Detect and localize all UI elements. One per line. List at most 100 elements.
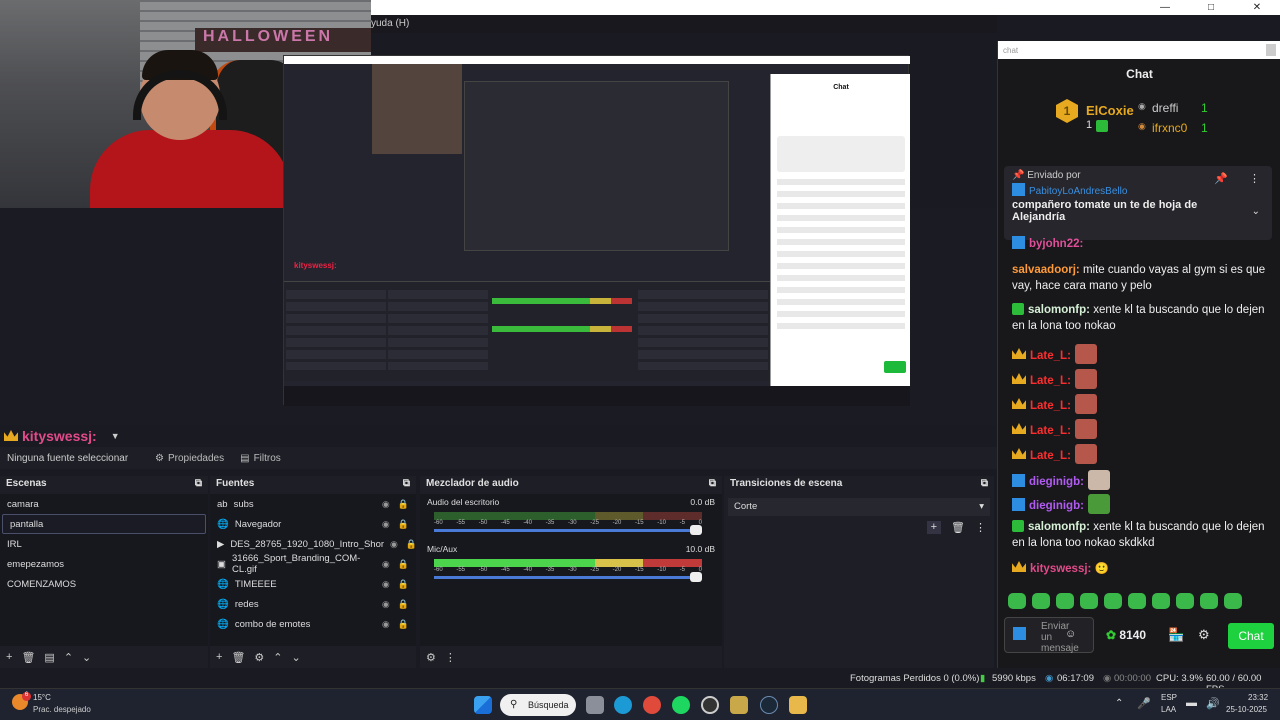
chat-message: salvaadoorj: mite cuando vayas al gym si… <box>1012 262 1270 294</box>
maximize-icon[interactable]: □ <box>1188 0 1234 15</box>
dropdown-chevron-icon[interactable]: ▼ <box>111 431 120 441</box>
network-icon[interactable]: ▬ <box>1186 697 1197 709</box>
eye-hidden-icon[interactable]: ◉ <box>382 599 390 610</box>
chat-user: Late_L: <box>1030 450 1071 462</box>
move-down-icon[interactable]: ⌄ <box>292 651 301 664</box>
move-down-icon[interactable]: ⌄ <box>82 651 91 664</box>
chrome-icon[interactable] <box>643 696 661 714</box>
chat-user: Late_L: <box>1030 425 1071 437</box>
dock-undock-icon[interactable]: ⧉ <box>195 478 202 490</box>
dock-undock-icon[interactable]: ⧉ <box>709 478 716 490</box>
transition-select[interactable]: Corte ▾ <box>728 498 990 516</box>
first-place-icon: 1 <box>1056 99 1078 123</box>
emote-icon[interactable] <box>1008 593 1026 609</box>
eye-hidden-icon[interactable]: ◉ <box>382 519 390 530</box>
crown-icon <box>1012 423 1026 434</box>
add-transition-icon[interactable]: + <box>926 521 942 534</box>
scene-item[interactable]: IRL <box>0 534 208 554</box>
add-icon[interactable]: + <box>6 651 12 663</box>
chat-input[interactable]: Enviar un mensaje ☺ <box>1004 617 1094 654</box>
emote-icon[interactable] <box>1056 593 1074 609</box>
lock-icon[interactable]: 🔒 <box>398 559 409 570</box>
source-item[interactable]: 🌐 redes ◉ 🔒 <box>210 594 416 614</box>
edge-icon[interactable] <box>614 696 632 714</box>
lock-icon[interactable]: 🔒 <box>398 579 409 590</box>
emote-icon[interactable] <box>1080 593 1098 609</box>
eye-hidden-icon[interactable]: ◉ <box>382 619 390 630</box>
lock-icon[interactable]: 🔒 <box>398 519 409 530</box>
dock-undock-icon[interactable]: ⧉ <box>981 478 988 490</box>
source-item[interactable]: 🌐 combo de emotes ◉ 🔒 <box>210 614 416 634</box>
lock-icon[interactable]: 🔒 <box>406 539 417 550</box>
task-view-icon[interactable] <box>586 696 604 714</box>
minimize-icon[interactable]: — <box>1142 0 1188 15</box>
more-icon[interactable]: ⋮ <box>445 651 456 664</box>
steam-icon[interactable] <box>760 696 778 714</box>
delete-icon[interactable]: 🗑 <box>231 651 245 664</box>
move-up-icon[interactable]: ⌃ <box>273 651 282 664</box>
emote-icon[interactable] <box>1224 593 1242 609</box>
emoji-icon[interactable]: ☺ <box>1065 628 1076 640</box>
chat-user: salomonfp: <box>1028 521 1090 533</box>
filter-icon[interactable]: ▤ <box>44 651 54 664</box>
mic-volume-slider[interactable] <box>434 572 702 582</box>
more-icon[interactable]: ⋮ <box>1249 172 1260 185</box>
halloween-banner: HALLOWEEN <box>195 28 371 52</box>
store-icon[interactable]: 🏪 <box>1168 627 1184 643</box>
delete-icon[interactable]: 🗑 <box>951 521 965 534</box>
eye-hidden-icon[interactable]: ◉ <box>382 559 390 570</box>
unpin-icon[interactable]: 📌 <box>1214 172 1228 185</box>
filters-button[interactable]: ▤ Filtros <box>236 451 285 466</box>
emote-icon[interactable] <box>1032 593 1050 609</box>
lock-icon[interactable]: 🔒 <box>398 619 409 630</box>
mixer-settings-icon[interactable]: ⚙ <box>426 651 436 664</box>
scene-item[interactable]: COMENZAMOS <box>0 574 208 594</box>
scene-item-active[interactable]: pantalla <box>2 514 206 534</box>
chevron-down-icon[interactable]: ⌄ <box>1252 206 1260 217</box>
obs-icon[interactable] <box>701 696 719 714</box>
source-item[interactable]: ▶ DES_28765_1920_1080_Intro_Shor ◉ 🔒 <box>210 534 417 554</box>
emote-icon[interactable] <box>1200 593 1218 609</box>
clock-date[interactable]: 25-10-2025 <box>1226 705 1267 714</box>
scene-item[interactable]: camara <box>0 494 208 514</box>
windows-start-icon[interactable] <box>474 696 492 714</box>
chat-send-button[interactable]: Chat <box>1228 623 1274 649</box>
spotify-icon[interactable] <box>672 696 690 714</box>
source-item[interactable]: ▣ 31666_Sport_Branding_COM-CL.gif ◉ 🔒 <box>210 553 416 575</box>
channel-points[interactable]: ✿ 8140 <box>1106 628 1146 642</box>
source-item[interactable]: ab subs ◉ 🔒 <box>210 494 416 514</box>
volume-icon[interactable]: 🔊 <box>1206 697 1220 710</box>
chat-address-bar[interactable]: chat <box>998 41 1280 59</box>
eye-hidden-icon[interactable]: ◉ <box>382 499 390 510</box>
close-icon[interactable]: ✕ <box>1234 0 1280 15</box>
emote-icon[interactable] <box>1176 593 1194 609</box>
gear-icon[interactable]: ⚙ <box>254 651 264 664</box>
eye-hidden-icon[interactable]: ◉ <box>382 579 390 590</box>
emote-icon[interactable] <box>1128 593 1146 609</box>
source-item[interactable]: 🌐 Navegador ◉ 🔒 <box>210 514 416 534</box>
lang-1[interactable]: ESP <box>1161 693 1177 702</box>
clock-time[interactable]: 23:32 <box>1248 693 1268 702</box>
lock-icon[interactable]: 🔒 <box>398 599 409 610</box>
source-item[interactable]: 🌐 TIMEEEE ◉ 🔒 <box>210 574 416 594</box>
scrollbar-thumb[interactable] <box>1266 44 1276 56</box>
emote-icon[interactable] <box>1104 593 1122 609</box>
file-explorer-icon[interactable] <box>789 696 807 714</box>
dock-undock-icon[interactable]: ⧉ <box>403 478 410 490</box>
move-up-icon[interactable]: ⌃ <box>64 651 73 664</box>
gear-icon[interactable]: ⚙ <box>1198 627 1210 643</box>
lang-2[interactable]: LAA <box>1161 705 1176 714</box>
delete-icon[interactable]: 🗑 <box>21 651 35 664</box>
chevron-up-icon[interactable]: ⌃ <box>1115 698 1123 709</box>
emote-icon[interactable] <box>1152 593 1170 609</box>
desktop-volume-slider[interactable] <box>434 525 702 535</box>
microphone-icon[interactable]: 🎤 <box>1137 697 1151 710</box>
eye-hidden-icon[interactable]: ◉ <box>390 539 398 550</box>
add-icon[interactable]: + <box>216 651 222 663</box>
scene-item[interactable]: emepezamos <box>0 554 208 574</box>
lock-icon[interactable]: 🔒 <box>398 499 409 510</box>
app-icon[interactable] <box>730 696 748 714</box>
properties-button[interactable]: ⚙ Propiedades <box>151 451 228 466</box>
more-icon[interactable]: ⋮ <box>975 521 986 534</box>
menu-help[interactable]: yuda (H) <box>371 15 997 33</box>
